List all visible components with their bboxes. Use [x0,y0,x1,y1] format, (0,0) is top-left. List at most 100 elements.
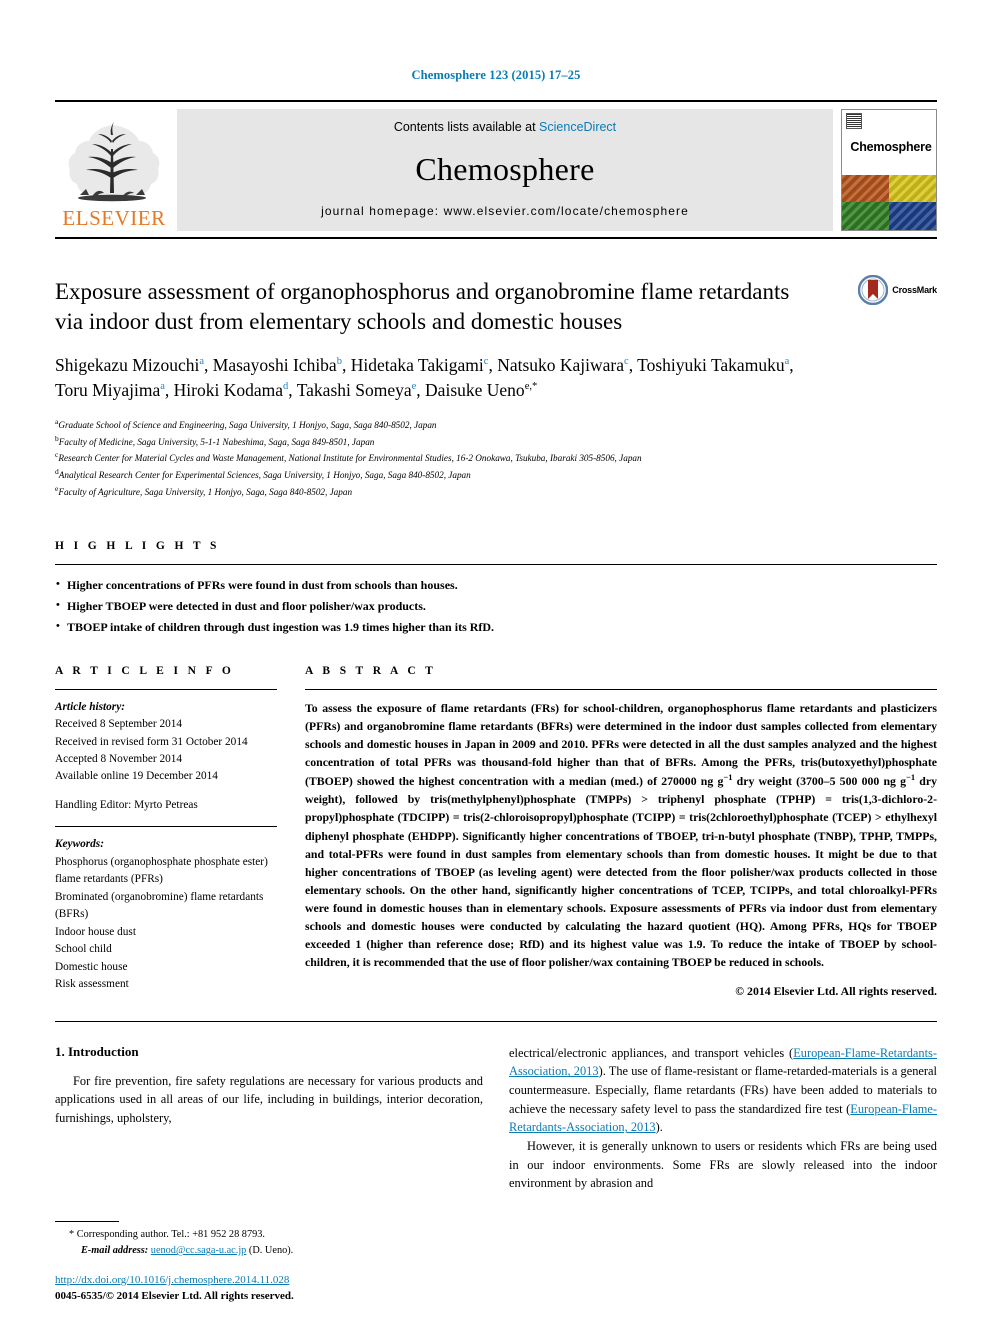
author-affiliation-marker: a [160,381,165,393]
email-label: E-mail address: [81,1245,149,1257]
contents-prefix: Contents lists available at [393,120,540,134]
abstract-part-3: dry weight), followed by tris(methylphen… [305,774,938,969]
list-item: TBOEP intake of children through dust in… [55,617,937,638]
author-line-1: Shigekazu Mizouchia, Masayoshi Ichibab, … [55,354,794,375]
author-name: Toru Miyajima [55,380,161,401]
keywords-rule [55,826,277,828]
author-name: Daisuke Ueno [425,380,525,401]
author-name: Natsuko Kajiwara [497,354,625,375]
intro-paragraph-left: For fire prevention, fire safety regulat… [55,1073,483,1126]
section-heading-introduction: 1. Introduction [55,1043,139,1059]
author-affiliation-marker: e,* [524,381,538,393]
masthead-banner: Contents lists available at ScienceDirec… [177,109,833,231]
footnote-block: * Corresponding author. Tel.: +81 952 28… [55,1221,495,1305]
keyword-item: School child [55,943,112,956]
affiliation-item: eFaculty of Agriculture, Saga University… [55,483,937,500]
author-name: Hidetaka Takigami [350,354,484,375]
abstract-sup-2: −1 [906,772,916,783]
doi-block: http://dx.doi.org/10.1016/j.chemosphere.… [55,1273,495,1305]
keyword-item: Brominated (organobromine) flame retarda… [55,890,264,921]
body-columns: 1. Introduction For fire prevention, fir… [55,1044,937,1193]
article-history-heading: Article history: [55,701,125,714]
cover-tile-orange [842,174,889,203]
footnote-star: * [69,1229,75,1241]
article-info-rule [55,689,277,691]
keyword-item: Risk assessment [55,978,129,991]
doi-link[interactable]: http://dx.doi.org/10.1016/j.chemosphere.… [55,1273,495,1289]
cover-photo-grid [842,174,936,230]
keywords-block: Keywords: Phosphorus (organophosphate ph… [55,836,277,994]
handling-editor: Handling Editor: Myrto Petreas [55,799,198,812]
abstract-column: A B S T R A C T To assess the exposure o… [305,665,937,999]
corresponding-author-text: Corresponding author. Tel.: +81 952 28 8… [76,1229,265,1241]
affiliation-text: Analytical Research Center for Experimen… [58,470,471,481]
affiliation-text: Graduate School of Science and Engineeri… [58,419,437,430]
abstract-text: To assess the exposure of flame retardan… [305,699,937,971]
keyword-item: Phosphorus (organophosphate phosphate es… [55,855,268,886]
abstract-part-2: dry weight (3700–5 500 000 ng g [732,774,907,789]
affiliation-text: Research Center for Material Cycles and … [58,453,642,464]
cover-tile-yellow [889,174,936,203]
affiliation-list: aGraduate School of Science and Engineer… [55,416,937,501]
cover-tile-green [842,202,889,230]
abstract-rule [305,689,937,691]
author-name: Toshiyuki Takamuku [637,354,785,375]
highlights-label: H I G H L I G H T S [55,540,220,553]
author-name: Hiroki Kodama [173,380,283,401]
author-affiliation-marker: c [624,355,629,367]
keywords-heading: Keywords: [55,838,104,851]
affiliation-item: bFaculty of Medicine, Saga University, 5… [55,433,937,450]
elsevier-logo: ELSEVIER [55,109,173,231]
article-info-column: A R T I C L E I N F O Article history: R… [55,665,305,993]
intro-paragraph-right-1: electrical/electronic appliances, and tr… [509,1044,937,1137]
sciencedirect-link[interactable]: ScienceDirect [539,120,616,134]
body-column-left: 1. Introduction For fire prevention, fir… [55,1044,483,1193]
journal-cover-thumbnail: Chemosphere [841,109,937,231]
history-item: Received in revised form 31 October 2014 [55,735,248,748]
article-info-label: A R T I C L E I N F O [55,665,235,678]
elsevier-tree-icon [68,122,160,202]
abstract-label: A B S T R A C T [305,665,437,678]
affiliation-item: dAnalytical Research Center for Experime… [55,466,937,483]
body-column-right: electrical/electronic appliances, and tr… [509,1044,937,1193]
history-item: Available online 19 December 2014 [55,769,218,782]
journal-homepage-line[interactable]: journal homepage: www.elsevier.com/locat… [321,204,689,218]
article-history: Article history: Received 8 September 20… [55,699,277,814]
history-item: Accepted 8 November 2014 [55,752,183,765]
list-item: Higher concentrations of PFRs were found… [55,575,937,596]
crossmark-label: CrossMark [892,285,937,295]
highlights-list: Higher concentrations of PFRs were found… [55,575,937,637]
author-affiliation-marker: a [199,355,205,367]
title-block: CrossMark Exposure assessment of organop… [55,275,937,501]
journal-masthead: ELSEVIER Contents lists available at Sci… [55,100,937,231]
keyword-item: Domestic house [55,960,128,973]
email-suffix: (D. Ueno). [248,1245,294,1257]
author-name: Takashi Someya [296,380,412,401]
elsevier-wordmark: ELSEVIER [62,206,166,230]
crossmark-badge[interactable]: CrossMark [858,275,937,305]
abstract-copyright: © 2014 Elsevier Ltd. All rights reserved… [735,983,937,998]
footnote-rule [55,1221,119,1223]
article-page: Chemosphere 123 (2015) 17–25 ELSEVIER Co… [0,0,992,1323]
history-item: Received 8 September 2014 [55,718,183,731]
running-head: Chemosphere 123 (2015) 17–25 [411,68,581,82]
email-note: E-mail address: uenod@cc.saga-u.ac.jp (D… [55,1243,495,1259]
masthead-bottom-rule [55,237,937,239]
cover-tile-blue [889,202,936,230]
journal-title: Chemosphere [415,150,595,187]
email-link[interactable]: uenod@cc.saga-u.ac.jp [151,1245,247,1256]
author-affiliation-marker: c [483,355,489,367]
cover-top: Chemosphere [842,110,936,175]
affiliation-text: Faculty of Agriculture, Saga University,… [58,487,353,498]
author-list: Shigekazu Mizouchia, Masayoshi Ichibab, … [55,353,937,404]
intro-right-text-a: electrical/electronic appliances, and tr… [509,1045,794,1060]
author-name: Shigekazu Mizouchi [55,354,200,375]
intro-right-text-c: ). [655,1120,663,1135]
corresponding-author-note: * Corresponding author. Tel.: +81 952 28… [55,1227,495,1243]
info-abstract-row: A R T I C L E I N F O Article history: R… [55,665,937,999]
page-title: Exposure assessment of organophosphorus … [55,279,790,334]
affiliation-item: aGraduate School of Science and Engineer… [55,416,937,433]
keyword-item: Indoor house dust [55,925,136,938]
intro-paragraph-right-2: However, it is generally unknown to user… [509,1138,937,1191]
